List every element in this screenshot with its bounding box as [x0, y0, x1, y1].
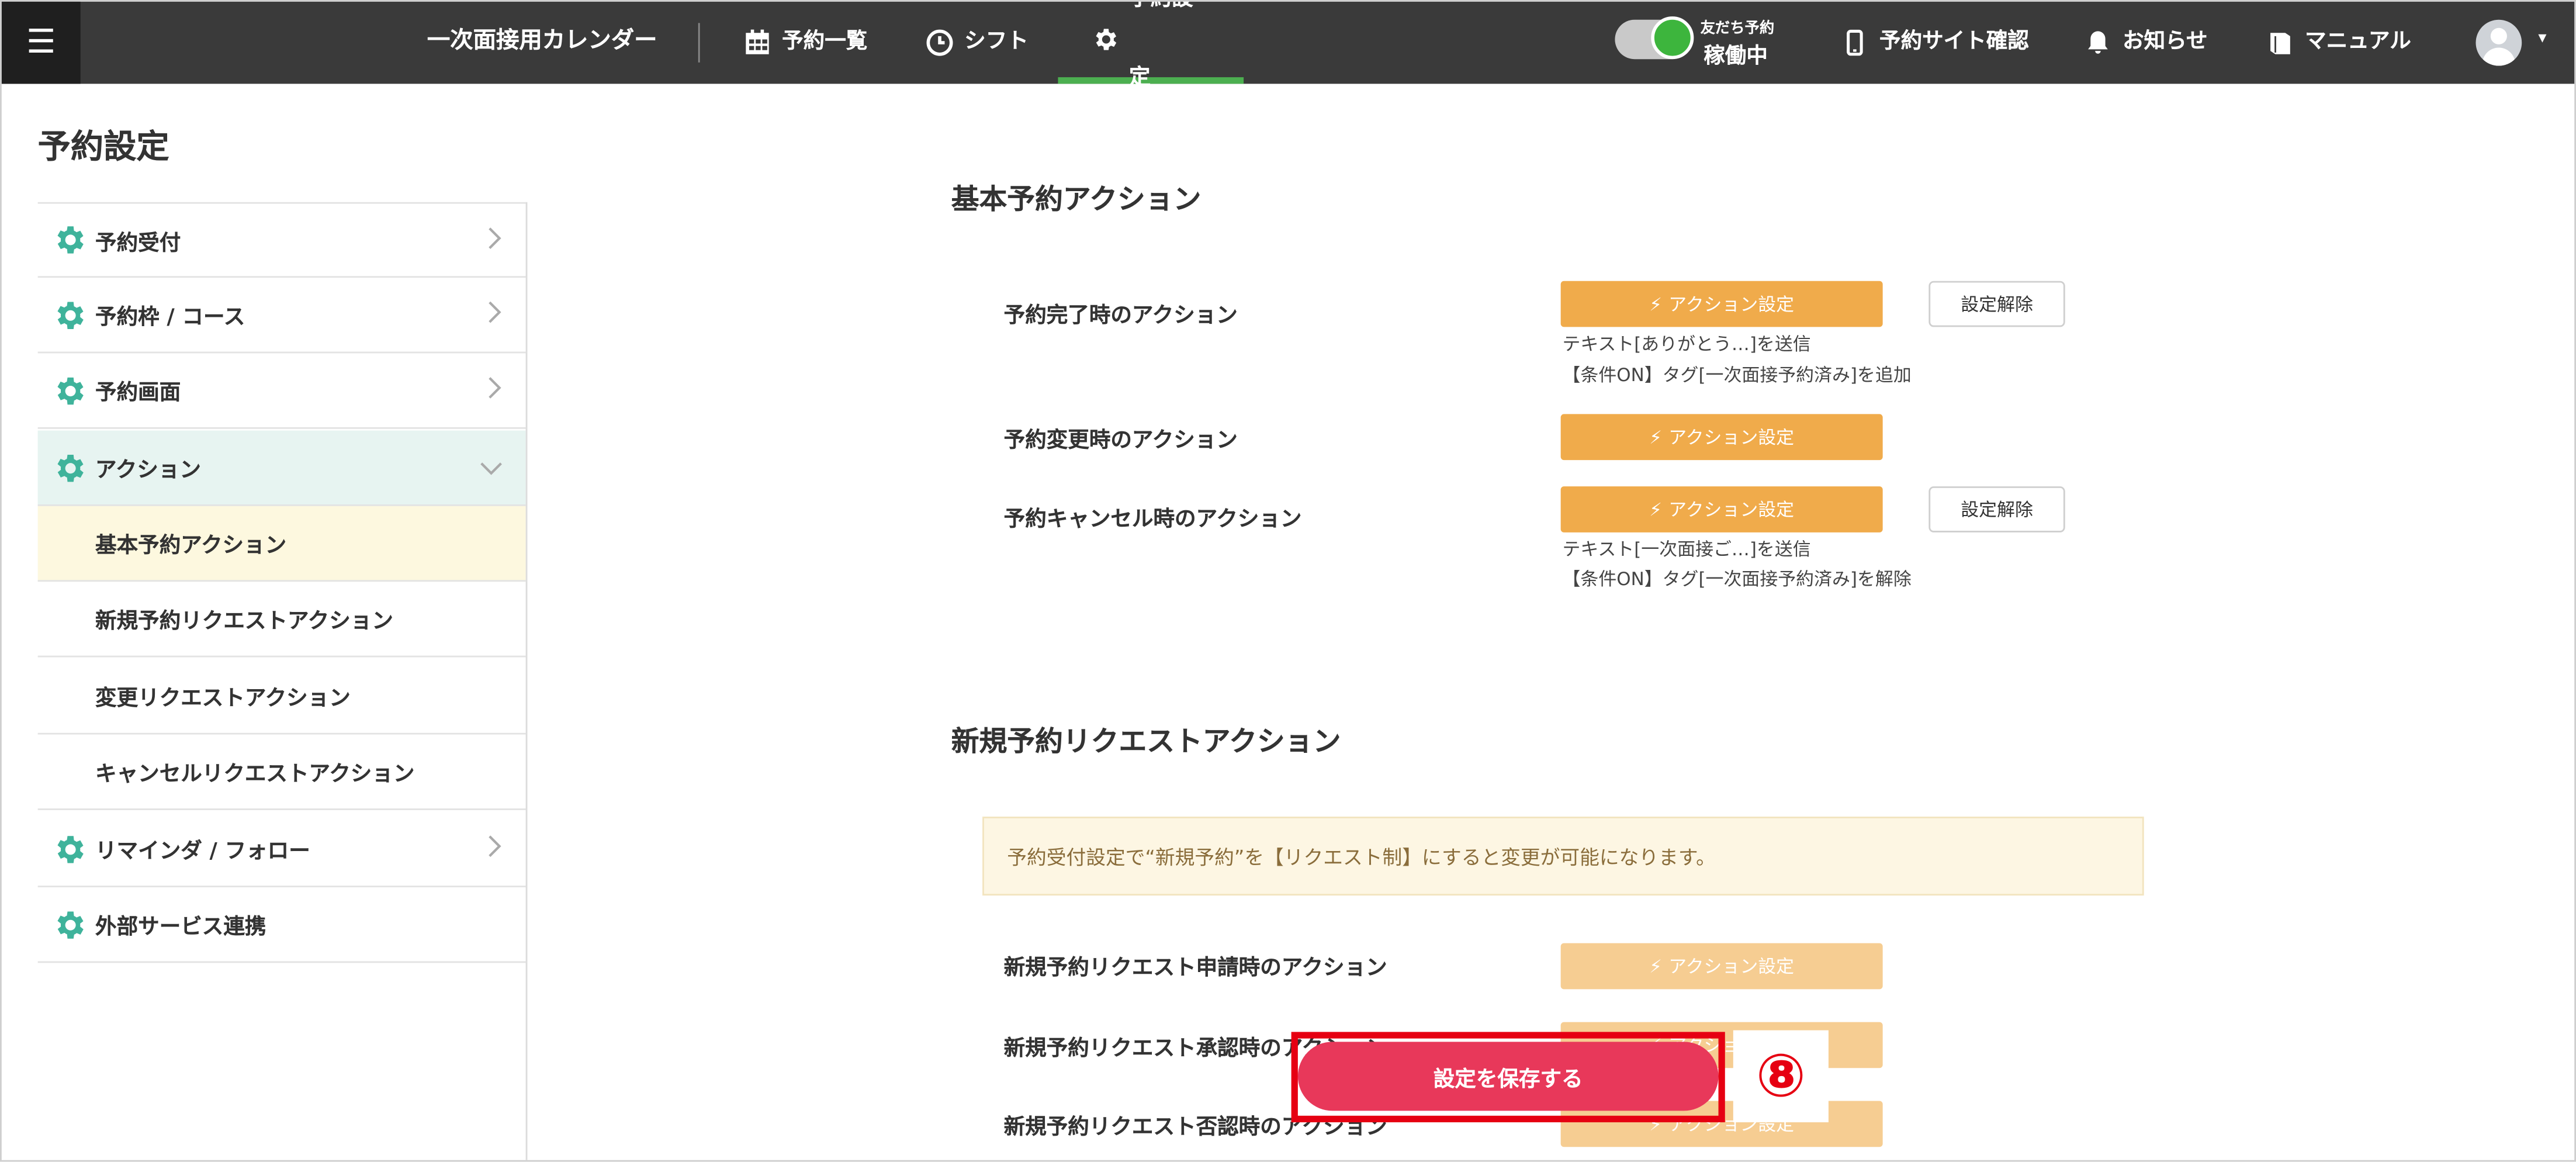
section-heading-basic: 基本予約アクション: [951, 184, 1202, 217]
sidebar-item-label: 予約枠 / コース: [95, 305, 245, 331]
nav-reservation-settings[interactable]: 予約設定: [1058, 2, 1244, 91]
sidebar-item-reception[interactable]: 予約受付: [37, 202, 526, 278]
sidebar-item-label: 予約受付: [95, 230, 181, 256]
action-summary: 【条件ON】タグ[一次面接予約済み]を解除: [1562, 568, 1912, 590]
chevron-down-icon: [480, 462, 502, 475]
info-message: 予約受付設定で“新規予約”を【リクエスト制】にすると変更が可能になります。: [982, 817, 2144, 896]
action-settings-button-request-apply[interactable]: ⚡ アクション設定: [1560, 943, 1883, 990]
sidebar-item-action[interactable]: アクション: [37, 430, 526, 506]
nav-shift[interactable]: シフト: [925, 2, 1029, 84]
sidebar-item-slots-courses[interactable]: 予約枠 / コース: [37, 278, 526, 354]
nav-divider: [698, 23, 700, 63]
action-summary: テキスト[ありがとう…]を送信: [1562, 333, 1811, 355]
top-navigation-bar: ☰ 一次面接用カレンダー 予約一覧 シフト 予約設定: [1, 1, 2575, 91]
clock-icon: [926, 29, 953, 56]
sidebar-item-new-request-action[interactable]: 新規予約リクエストアクション: [37, 582, 526, 658]
smartphone-icon: [1847, 29, 1863, 56]
nav-label: 予約設定: [1128, 2, 1193, 91]
lightning-icon: ⚡: [1649, 499, 1662, 520]
gear-icon: [1096, 29, 1117, 50]
nav-label: 予約一覧: [782, 29, 868, 54]
clear-settings-button-cancel[interactable]: 設定解除: [1928, 486, 2065, 532]
user-avatar[interactable]: [2475, 19, 2522, 66]
chevron-right-icon: [489, 835, 501, 857]
row-label-cancel: 予約キャンセル時のアクション: [1003, 507, 1302, 532]
nav-label: シフト: [964, 29, 1029, 54]
sidebar-item-label: 基本予約アクション: [95, 534, 287, 559]
chevron-right-icon: [489, 227, 501, 249]
gear-icon: [57, 454, 84, 481]
toggle-knob: [1651, 16, 1694, 60]
sidebar-item-label: アクション: [95, 458, 201, 483]
toggle-caption: 友だち予約: [1700, 21, 1775, 38]
gear-icon: [57, 911, 84, 938]
nav-site-check[interactable]: 予約サイト確認: [1840, 2, 2029, 84]
sidebar-item-basic-action[interactable]: 基本予約アクション: [37, 506, 526, 582]
calendar-name[interactable]: 一次面接用カレンダー: [427, 2, 657, 84]
action-settings-button-complete[interactable]: ⚡ アクション設定: [1560, 281, 1883, 327]
sidebar-item-screen[interactable]: 予約画面: [37, 353, 526, 429]
lightning-icon: ⚡: [1649, 293, 1662, 315]
chevron-down-icon[interactable]: ▾: [2538, 30, 2546, 48]
gear-icon: [57, 835, 84, 863]
chevron-right-icon: [489, 377, 501, 399]
sidebar-item-reminder[interactable]: リマインダ / フォロー: [37, 812, 526, 888]
section-heading-new-request: 新規予約リクエストアクション: [951, 726, 1341, 759]
nav-label: 予約サイト確認: [1879, 29, 2029, 54]
page-title: 予約設定: [37, 126, 169, 166]
action-summary: テキスト[一次面接ご…]を送信: [1562, 539, 1811, 561]
sidebar-item-cancel-request-action[interactable]: キャンセルリクエストアクション: [37, 735, 526, 810]
sidebar-item-label: キャンセルリクエストアクション: [95, 762, 415, 787]
nav-notice[interactable]: お知らせ: [2083, 2, 2208, 84]
lightning-icon: ⚡: [1649, 955, 1662, 977]
friend-reservation-toggle[interactable]: [1615, 16, 1694, 60]
sidebar-item-label: 変更リクエストアクション: [95, 687, 351, 712]
hamburger-menu-icon[interactable]: ☰: [1, 1, 81, 84]
sidebar-item-external-service[interactable]: 外部サービス連携: [37, 887, 526, 963]
nav-reservation-list[interactable]: 予約一覧: [743, 2, 868, 84]
highlight-callout-box: [1291, 1032, 1725, 1123]
action-summary: 【条件ON】タグ[一次面接予約済み]を追加: [1562, 365, 1912, 386]
button-label: アクション設定: [1668, 956, 1795, 978]
gear-icon: [57, 301, 84, 328]
chevron-right-icon: [489, 301, 501, 323]
sidebar-item-label: 予約画面: [95, 381, 181, 406]
sidebar-divider: [525, 202, 528, 1160]
nav-label: お知らせ: [2123, 29, 2208, 54]
button-label: アクション設定: [1668, 427, 1795, 449]
step-number-badge: ⑧: [1733, 1030, 1829, 1123]
lightning-icon: ⚡: [1649, 426, 1662, 448]
button-label: アクション設定: [1668, 499, 1795, 521]
sidebar-item-label: 新規予約リクエストアクション: [95, 609, 393, 635]
row-label-change: 予約変更時のアクション: [1003, 428, 1238, 454]
sidebar-item-change-request-action[interactable]: 変更リクエストアクション: [37, 659, 526, 735]
gear-icon: [57, 226, 84, 254]
nav-label: マニュアル: [2305, 29, 2411, 54]
nav-manual[interactable]: マニュアル: [2266, 2, 2411, 84]
book-icon: [2270, 33, 2290, 54]
row-label-request-apply: 新規予約リクエスト申請時のアクション: [1003, 956, 1387, 981]
calendar-icon: [746, 29, 769, 54]
sidebar-item-label: 外部サービス連携: [95, 915, 266, 940]
sidebar-item-label: リマインダ / フォロー: [95, 839, 310, 864]
button-label: アクション設定: [1668, 294, 1795, 316]
bell-icon: [2088, 31, 2108, 54]
action-settings-button-cancel[interactable]: ⚡ アクション設定: [1560, 486, 1883, 532]
clear-settings-button-complete[interactable]: 設定解除: [1928, 281, 2065, 327]
toggle-status: 稼働中: [1704, 44, 1768, 70]
gear-icon: [57, 376, 84, 404]
action-settings-button-change[interactable]: ⚡ アクション設定: [1560, 414, 1883, 461]
app-window: ☰ 一次面接用カレンダー 予約一覧 シフト 予約設定: [0, 0, 2576, 1162]
row-label-complete: 予約完了時のアクション: [1003, 304, 1238, 329]
